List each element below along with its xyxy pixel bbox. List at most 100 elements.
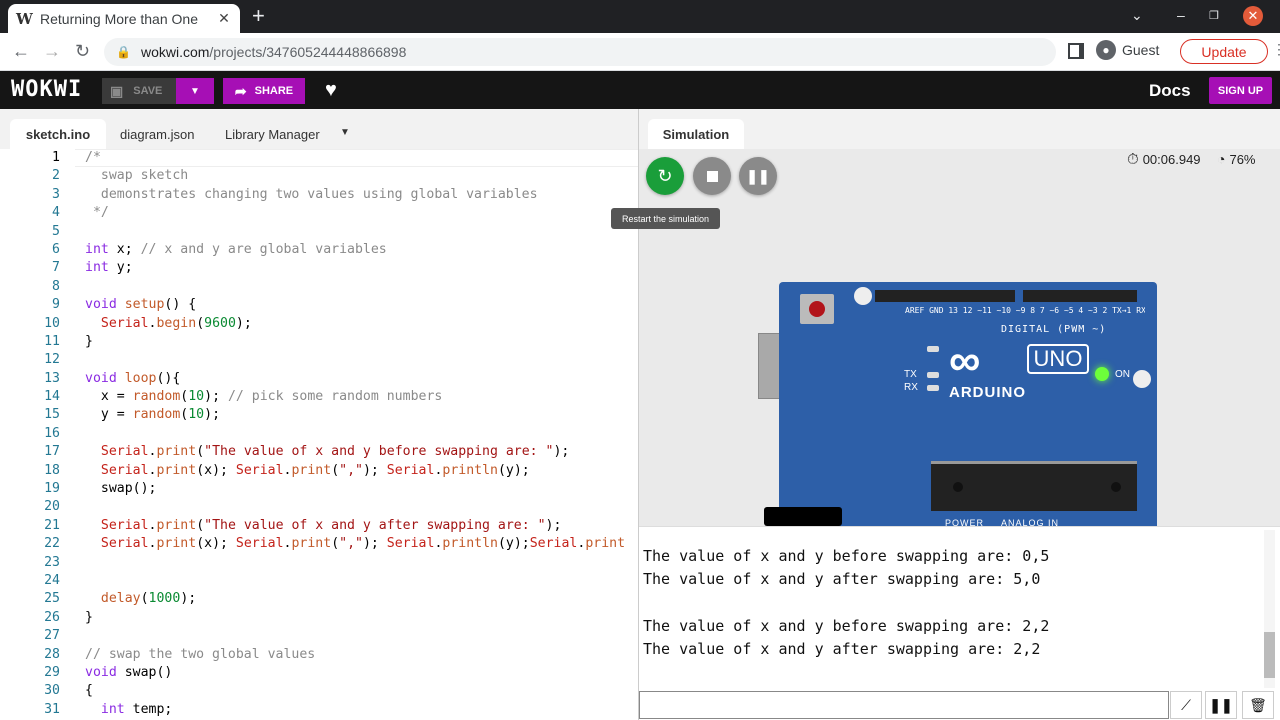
serial-line: The value of x and y after swapping are:… [643,570,1041,589]
share-button[interactable]: ➦ SHARE [223,78,305,104]
line-text: void setup() { [85,297,197,313]
url-path: /projects/347605244448866898 [209,44,407,60]
stop-button[interactable] [693,157,731,195]
tab-sketch[interactable]: sketch.ino [10,119,106,149]
arduino-brand: ARDUINO [949,384,1026,401]
tab-search-icon[interactable]: ⌄ [1131,7,1143,24]
uno-label: UNO [1027,344,1089,374]
browser-tab[interactable]: W Returning More than One ✕ [8,4,240,33]
stop-icon [706,170,718,182]
tooltip-text: Restart the simulation [621,213,710,224]
save-dropdown-icon[interactable]: ▼ [176,78,214,104]
line-number: 3 [52,186,60,202]
line-number: 29 [44,664,60,680]
speed-value: 76% [1229,151,1256,167]
reset-button[interactable] [800,294,834,324]
pause-icon: ❚❚ [746,167,770,184]
arduino-uno-board[interactable]: AREF GND 13 12 ~11 ~10 ~9 8 7 ~6 ~5 4 ~3… [779,282,1157,528]
line-number: 31 [44,701,60,717]
chart-icon: ⟋ [1181,696,1191,713]
line-number: 12 [44,352,60,368]
docs-link[interactable]: Docs [1149,81,1191,101]
close-tab-icon[interactable]: ✕ [216,10,232,27]
line-number: 19 [44,481,60,497]
signup-button[interactable]: SIGN UP [1209,77,1272,104]
profile-button[interactable]: ● Guest [1096,40,1159,60]
rx-label: RX [904,382,918,393]
line-number: 11 [44,333,60,349]
power-jack [764,507,842,526]
save-icon: ▣ [110,82,124,99]
url-host: wokwi.com [140,44,210,60]
restart-tooltip: Restart the simulation [611,208,720,229]
tab-title: Returning More than One [40,10,198,27]
line-number: 23 [44,554,60,570]
forward-icon[interactable]: → [43,41,61,62]
save-button[interactable]: ▣ SAVE [102,78,176,104]
new-tab-icon[interactable]: + [252,4,265,28]
tab-simulation[interactable]: Simulation [648,119,744,149]
chip-notch [953,482,963,492]
pause-icon: ❚❚ [1209,696,1233,713]
line-number: 17 [44,444,60,460]
line-text: int x; // x and y are global variables [85,241,387,257]
line-text: } [85,333,93,349]
line-text: delay(1000); [100,591,197,607]
line-text: y = random(10); [85,407,221,423]
line-number: 5 [52,223,60,239]
wokwi-logo[interactable]: WOKWI [11,77,82,102]
share-label: SHARE [254,85,294,97]
line-number: 6 [52,241,60,257]
tab-library-manager[interactable]: Library Manager [225,127,320,142]
line-number: 20 [44,499,60,515]
serial-input[interactable] [639,691,1169,719]
heart-icon[interactable]: ♥ [325,79,337,102]
simulation-canvas[interactable]: ↻ ❚❚ Restart the simulation ⏱ 00:06.949 … [611,149,1280,528]
serial-scrollbar-thumb[interactable] [1264,632,1275,678]
url-input[interactable]: 🔒 wokwi.com/projects/347605244448866898 [104,38,1056,66]
line-number: 1 [52,150,60,165]
restart-icon: ↻ [657,165,673,186]
minimize-icon[interactable]: – [1177,7,1185,23]
simulation-speed: ◔ 76% [1217,151,1256,167]
menu-icon[interactable]: ⋮ [1272,41,1280,58]
tabs-dropdown-icon[interactable]: ▼ [340,127,350,138]
simulation-timer: ⏱ 00:06.949 [1127,151,1201,168]
digital-header-left [875,290,1015,302]
serial-line: The value of x and y before swapping are… [643,547,1050,565]
window-close-icon[interactable]: ✕ [1243,6,1263,26]
serial-pause-button[interactable]: ❚❚ [1205,691,1237,719]
pause-button[interactable]: ❚❚ [739,157,777,195]
timer-value: 00:06.949 [1142,152,1201,167]
line-number: 13 [44,370,60,386]
line-text: int temp; [100,701,173,717]
reload-icon[interactable]: ↻ [75,41,90,62]
line-text: /* [85,150,101,165]
simulation-tabs: Simulation [639,109,1280,149]
restore-icon[interactable]: ❐ [1209,9,1219,22]
code-editor[interactable]: 1 /* 2 swap sketch 3 demonstrates changing … [0,149,638,720]
back-icon[interactable]: ← [12,41,30,62]
tx-led [927,372,939,378]
speedometer-icon: ◔ [1217,151,1226,167]
line-text: Serial.print("The value of x and y befor… [100,444,570,460]
l-led [927,346,939,352]
line-number: 15 [44,407,60,423]
clear-button[interactable]: 🗑 [1242,691,1274,719]
line-number: 25 [44,591,60,607]
restart-simulation-button[interactable]: ↻ [646,157,684,195]
line-text: x = random(10); // pick some random numb… [85,389,443,405]
line-text: int y; [85,260,133,276]
side-panel-icon[interactable] [1068,43,1084,59]
line-number: 16 [44,425,60,441]
address-bar-row: ← → ↻ 🔒 wokwi.com/projects/3476052444488… [0,33,1280,71]
update-button[interactable]: Update [1180,39,1268,64]
share-icon: ➦ [234,82,247,99]
pin-labels: AREF GND 13 12 ~11 ~10 ~9 8 7 ~6 ~5 4 ~3… [905,306,1145,315]
plotter-button[interactable]: ⟋ [1170,691,1202,719]
guest-label: Guest [1122,42,1160,58]
line-number: 30 [44,683,60,699]
line-text: demonstrates changing two values using g… [85,186,538,202]
tab-diagram[interactable]: diagram.json [120,127,194,142]
line-text: */ [85,205,109,221]
